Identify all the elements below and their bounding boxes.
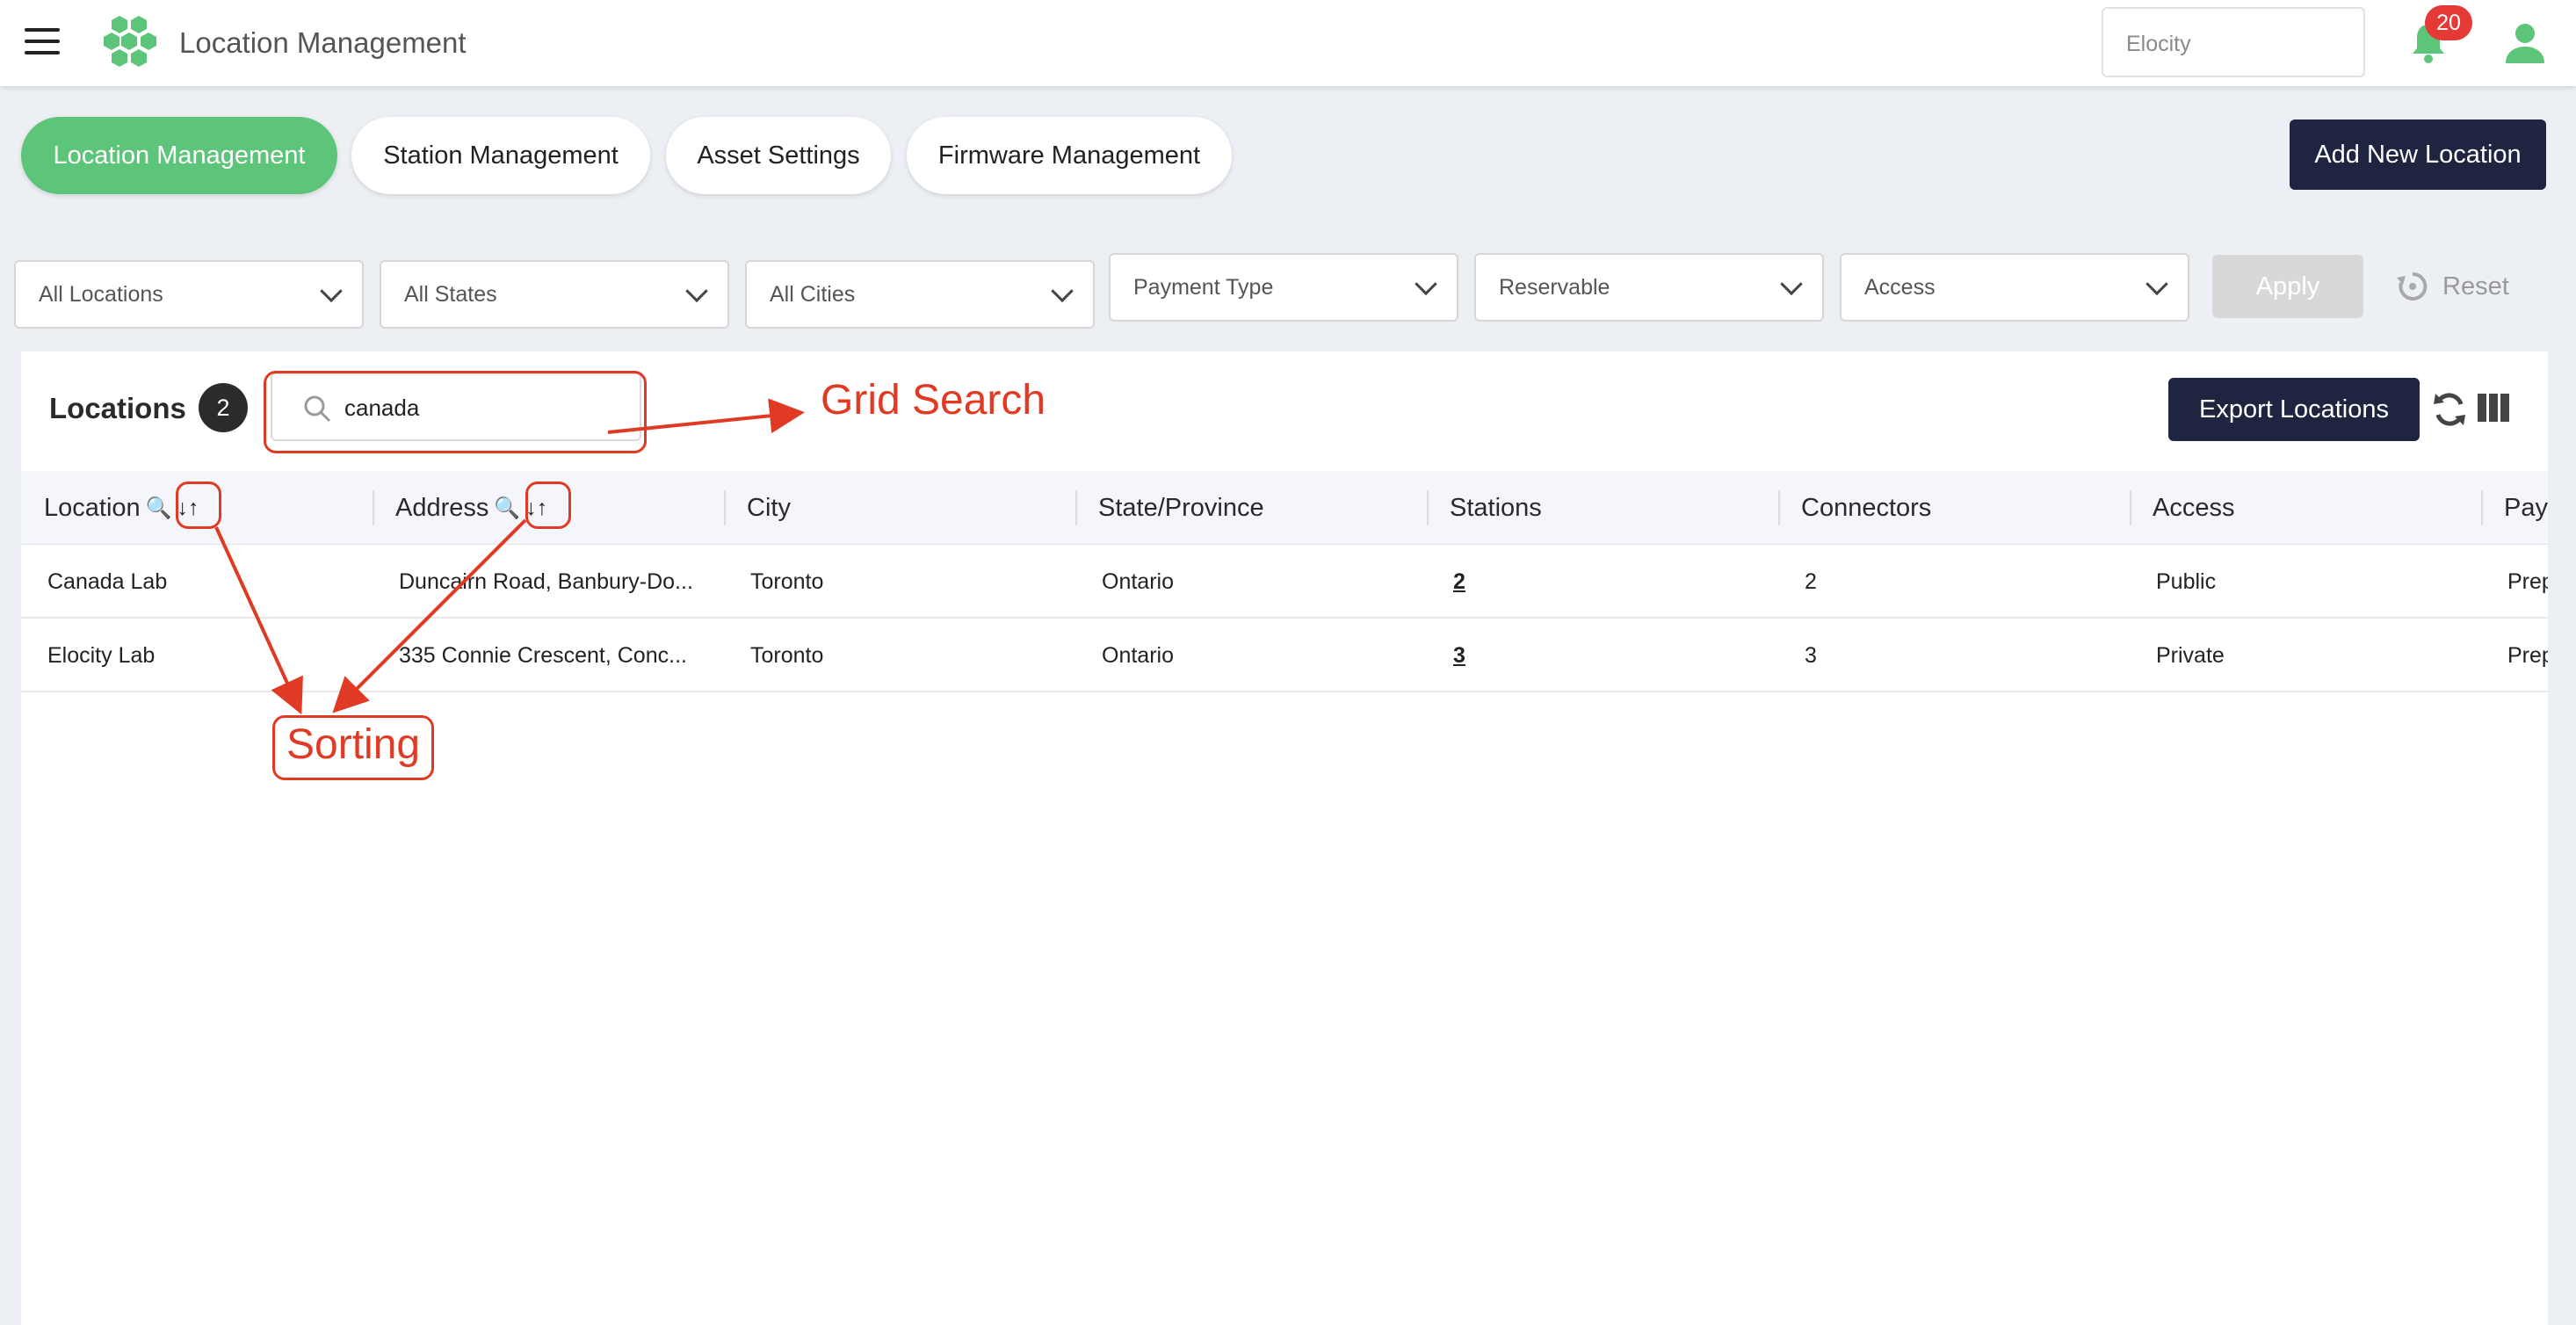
table-row[interactable]: Elocity Lab 335 Connie Crescent, Conc...… [21,619,2548,692]
cell-connectors: 2 [1805,568,1817,594]
reservable-filter[interactable]: Reservable [1474,253,1824,322]
notification-badge: 20 [2425,5,2472,40]
add-new-location-button[interactable]: Add New Location [2290,119,2546,190]
column-header-payment[interactable]: Pay [2504,471,2548,545]
count-badge: 2 [199,383,248,432]
tab-station-management[interactable]: Station Management [351,117,650,194]
location-sort-highlight [176,481,221,529]
export-locations-button[interactable]: Export Locations [2168,378,2420,441]
cell-city: Toronto [750,642,824,668]
chevron-down-icon [2145,272,2168,296]
column-header-city[interactable]: City [747,471,791,545]
cell-state: Ontario [1102,568,1174,594]
cell-location: Canada Lab [47,568,168,594]
tab-firmware-management[interactable]: Firmware Management [907,117,1232,194]
location-filter[interactable]: All Locations [14,260,364,329]
reset-icon [2397,272,2428,300]
access-filter-value: Access [1864,274,1936,300]
address-sort-highlight [525,481,571,529]
cell-address: 335 Connie Crescent, Conc... [399,642,687,668]
location-filter-value: All Locations [39,281,163,307]
chevron-down-icon [685,279,708,303]
state-filter[interactable]: All States [380,260,729,329]
chevron-down-icon [1780,272,1803,296]
user-icon[interactable] [2504,21,2546,65]
reservable-filter-value: Reservable [1499,274,1610,300]
grid-title: Locations [49,392,186,424]
payment-type-filter-value: Payment Type [1133,274,1274,300]
payment-type-filter[interactable]: Payment Type [1109,253,1458,322]
column-header-state[interactable]: State/Province [1098,471,1264,545]
refresh-icon[interactable] [2432,390,2467,429]
cell-stations-link[interactable]: 2 [1453,545,1465,619]
tab-asset-settings[interactable]: Asset Settings [666,117,891,194]
column-divider [2481,490,2483,525]
cell-city: Toronto [750,568,824,594]
logo-hexagons-icon [104,16,156,67]
chevron-down-icon [1415,272,1437,296]
chevron-down-icon [1051,279,1074,303]
column-header-connectors[interactable]: Connectors [1801,471,1931,545]
table-row[interactable]: Canada Lab Duncairn Road, Banbury-Do... … [21,545,2548,619]
cell-access: Public [2156,568,2217,594]
column-search-icon[interactable]: 🔍 [146,496,172,521]
organization-select[interactable]: Elocity [2102,7,2365,77]
grid-search-annotation: Grid Search [821,377,1046,424]
cell-address: Duncairn Road, Banbury-Do... [399,568,693,594]
reset-button[interactable]: Reset [2395,264,2509,309]
cell-state: Ontario [1102,642,1174,668]
top-bar: Location Management Elocity 20 [0,0,2576,86]
cell-payment: Prep [2507,568,2548,594]
cell-connectors: 3 [1805,642,1817,668]
column-header-stations[interactable]: Stations [1450,471,1542,545]
column-divider [1778,490,1780,525]
column-divider [1427,490,1429,525]
city-filter-value: All Cities [770,281,856,307]
column-divider [373,490,374,525]
column-label: Address [395,493,489,522]
cell-stations-link[interactable]: 3 [1453,619,1465,692]
column-label: Location [44,493,141,522]
cell-access: Private [2156,642,2225,668]
grid-search-highlight [264,371,647,453]
column-divider [2130,490,2131,525]
sorting-annotation: Sorting [286,721,421,768]
column-search-icon[interactable]: 🔍 [494,496,520,521]
cell-location: Elocity Lab [47,642,156,668]
page-title: Location Management [179,26,467,59]
menu-icon[interactable] [25,28,60,54]
columns-icon[interactable] [2478,394,2509,422]
locations-grid-panel: Locations 2 Export Locations Location 🔍 … [21,351,2548,1325]
chevron-down-icon [320,279,343,303]
cell-payment: Prep [2507,642,2548,668]
access-filter[interactable]: Access [1840,253,2189,322]
tab-location-management[interactable]: Location Management [21,117,337,194]
table-header: Location 🔍 ↓↑ Address 🔍 ↓↑ City State/Pr… [21,471,2548,545]
state-filter-value: All States [404,281,497,307]
city-filter[interactable]: All Cities [745,260,1095,329]
column-divider [1075,490,1077,525]
column-divider [724,490,726,525]
apply-button[interactable]: Apply [2212,255,2363,318]
column-header-access[interactable]: Access [2153,471,2234,545]
reset-label: Reset [2442,272,2509,300]
